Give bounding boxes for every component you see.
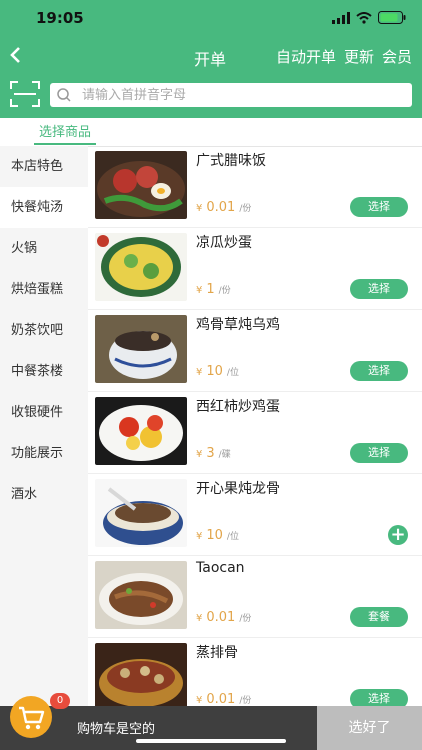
chevron-left-icon	[10, 47, 20, 63]
product-list: 广式腊味饭 ¥0.01/份 选择 凉瓜炒蛋 ¥1/份 选择 鸡骨草炖乌鸡 ¥10…	[88, 146, 422, 706]
nav-actions: 自动开单 更新 会员	[276, 46, 412, 67]
page-title: 开单	[194, 50, 227, 69]
tab-bar: 选择商品	[0, 118, 422, 147]
status-time: 19:05	[36, 9, 84, 27]
product-name: 蒸排骨	[196, 645, 238, 661]
category-item[interactable]: 火锅	[0, 228, 88, 269]
tab-select-goods[interactable]: 选择商品	[34, 121, 97, 145]
product-image	[95, 643, 187, 706]
category-item-active[interactable]: 快餐炖汤	[0, 187, 88, 228]
search-input[interactable]	[80, 86, 384, 104]
product-price: ¥1/份	[196, 282, 231, 297]
product-price: ¥3/碟	[196, 446, 231, 461]
cart-status-text: 购物车是空的	[77, 722, 156, 737]
back-button[interactable]	[8, 40, 32, 70]
product-item[interactable]: 凉瓜炒蛋 ¥1/份 选择	[88, 228, 422, 310]
cart-count-badge: 0	[50, 693, 70, 709]
product-price: ¥0.01/份	[196, 200, 252, 215]
home-indicator	[136, 739, 286, 743]
category-item[interactable]: 中餐茶楼	[0, 351, 88, 392]
product-name: 鸡骨草炖乌鸡	[196, 317, 280, 333]
product-name: 广式腊味饭	[196, 153, 266, 169]
category-item[interactable]: 奶茶饮吧	[0, 310, 88, 351]
product-image	[95, 233, 187, 301]
add-button[interactable]: +	[388, 525, 408, 545]
category-sidebar: 本店特色 快餐炖汤 火锅 烘焙蛋糕 奶茶饮吧 中餐茶楼 收银硬件 功能展示 酒水	[0, 146, 88, 706]
product-name: Taocan	[196, 560, 245, 576]
product-name: 凉瓜炒蛋	[196, 235, 252, 251]
search-icon	[57, 88, 71, 102]
product-image	[95, 151, 187, 219]
product-item[interactable]: 开心果炖龙骨 ¥10/位 +	[88, 474, 422, 556]
signal-icon	[332, 11, 350, 24]
cart-button[interactable]	[10, 696, 52, 738]
product-image	[95, 397, 187, 465]
combo-button[interactable]: 套餐	[350, 607, 408, 627]
auto-order-button[interactable]: 自动开单	[276, 46, 336, 67]
battery-icon	[378, 11, 406, 24]
select-button[interactable]: 选择	[350, 443, 408, 463]
product-name: 西红柿炒鸡蛋	[196, 399, 280, 415]
submit-button[interactable]: 选好了	[317, 706, 422, 750]
category-item[interactable]: 酒水	[0, 474, 88, 515]
product-name: 开心果炖龙骨	[196, 481, 280, 497]
category-item[interactable]: 收银硬件	[0, 392, 88, 433]
product-price: ¥10/位	[196, 528, 239, 543]
member-button[interactable]: 会员	[382, 46, 412, 67]
header: 19:05 开单 自动开单 更新 会员	[0, 0, 422, 118]
select-button[interactable]: 选择	[350, 279, 408, 299]
product-item[interactable]: Taocan ¥0.01/份 套餐	[88, 556, 422, 638]
wifi-icon	[356, 11, 372, 24]
search-box[interactable]	[50, 83, 412, 107]
scan-button[interactable]	[10, 81, 40, 107]
status-bar: 19:05	[0, 0, 422, 38]
product-item[interactable]: 西红柿炒鸡蛋 ¥3/碟 选择	[88, 392, 422, 474]
cart-icon	[19, 706, 45, 730]
product-image	[95, 561, 187, 629]
scan-icon	[10, 81, 40, 107]
select-button[interactable]: 选择	[350, 361, 408, 381]
product-item[interactable]: 广式腊味饭 ¥0.01/份 选择	[88, 146, 422, 228]
update-button[interactable]: 更新	[344, 46, 374, 67]
product-price: ¥0.01/份	[196, 610, 252, 625]
product-item[interactable]: 鸡骨草炖乌鸡 ¥10/位 选择	[88, 310, 422, 392]
product-image	[95, 479, 187, 547]
product-price: ¥0.01/份	[196, 692, 252, 706]
category-item[interactable]: 本店特色	[0, 146, 88, 187]
product-price: ¥10/位	[196, 364, 239, 379]
category-item[interactable]: 功能展示	[0, 433, 88, 474]
status-icons	[332, 11, 406, 24]
product-image	[95, 315, 187, 383]
product-item[interactable]: 蒸排骨 ¥0.01/份 选择	[88, 638, 422, 706]
select-button[interactable]: 选择	[350, 689, 408, 706]
select-button[interactable]: 选择	[350, 197, 408, 217]
category-item[interactable]: 烘焙蛋糕	[0, 269, 88, 310]
